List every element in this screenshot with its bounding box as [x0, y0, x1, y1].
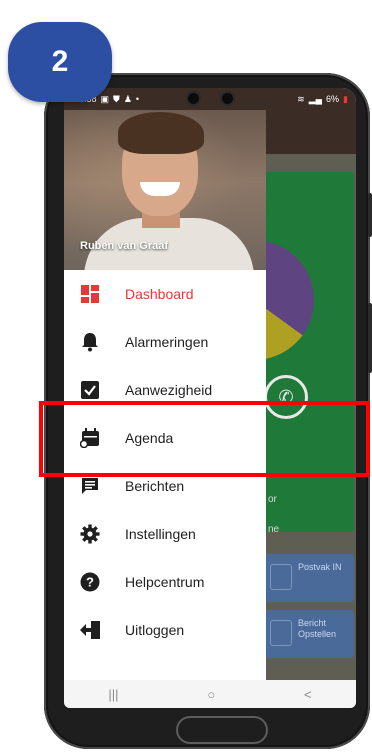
gear-icon	[80, 524, 100, 544]
bell-icon	[80, 332, 100, 352]
checkbox-icon	[80, 380, 100, 400]
physical-home-button	[176, 716, 268, 744]
menu-label: Aanwezigheid	[125, 382, 213, 398]
step-badge: 2	[8, 22, 112, 102]
home-button[interactable]: ○	[207, 687, 215, 702]
background-text: ne	[268, 524, 280, 535]
highlight-box	[39, 401, 370, 477]
menu-label: Instellingen	[125, 526, 196, 542]
front-camera-icon	[188, 93, 199, 104]
menu-label: Dashboard	[125, 286, 194, 302]
menu-item-instellingen[interactable]: Instellingen	[64, 510, 266, 558]
background-text: or	[268, 494, 277, 505]
dashboard-icon	[80, 284, 100, 304]
menu-item-dashboard[interactable]: Dashboard	[64, 270, 266, 318]
phone-screen: 16:38 ▣ ⛊ ♟ • ≋ ▂▄ 6% ▮ ✆ or ne Postvak …	[64, 88, 356, 708]
signal-icon: ▂▄	[308, 93, 323, 104]
shield-icon: ⛊	[113, 93, 120, 104]
navigation-drawer: Ruben van Graaf Dashboard Alarmeringen A…	[64, 110, 266, 680]
wifi-icon: ≋	[297, 93, 305, 104]
battery-label: 6%	[326, 94, 340, 104]
battery-icon: ▮	[343, 93, 348, 104]
menu-item-alarmeringen[interactable]: Alarmeringen	[64, 318, 266, 366]
menu-label: Alarmeringen	[125, 334, 209, 350]
background-tile-inbox: Postvak IN	[264, 554, 354, 602]
power-button	[368, 303, 372, 373]
volume-button	[368, 193, 372, 237]
profile-header: Ruben van Graaf	[64, 110, 266, 270]
menu-label: Berichten	[125, 478, 185, 494]
gallery-icon: ▣	[100, 93, 110, 104]
profile-name: Ruben van Graaf	[80, 240, 169, 252]
menu-item-helpcentrum[interactable]: ? Helpcentrum	[64, 558, 266, 606]
menu-label: Uitloggen	[125, 622, 185, 638]
dot-icon: •	[135, 94, 140, 104]
system-navigation-bar: ||| ○ <	[64, 680, 356, 708]
logout-icon	[80, 620, 100, 640]
back-button[interactable]: <	[304, 687, 312, 702]
person-icon: ♟	[123, 93, 132, 104]
svg-text:?: ?	[86, 575, 94, 590]
menu-label: Helpcentrum	[125, 574, 205, 590]
menu-item-uitloggen[interactable]: Uitloggen	[64, 606, 266, 654]
background-tile-compose: Bericht Opstellen	[264, 610, 354, 658]
recent-apps-button[interactable]: |||	[108, 687, 118, 702]
help-icon: ?	[80, 572, 100, 592]
front-camera-icon	[222, 93, 233, 104]
status-bar: 16:38 ▣ ⛊ ♟ • ≋ ▂▄ 6% ▮	[64, 88, 356, 110]
message-icon	[80, 476, 100, 496]
